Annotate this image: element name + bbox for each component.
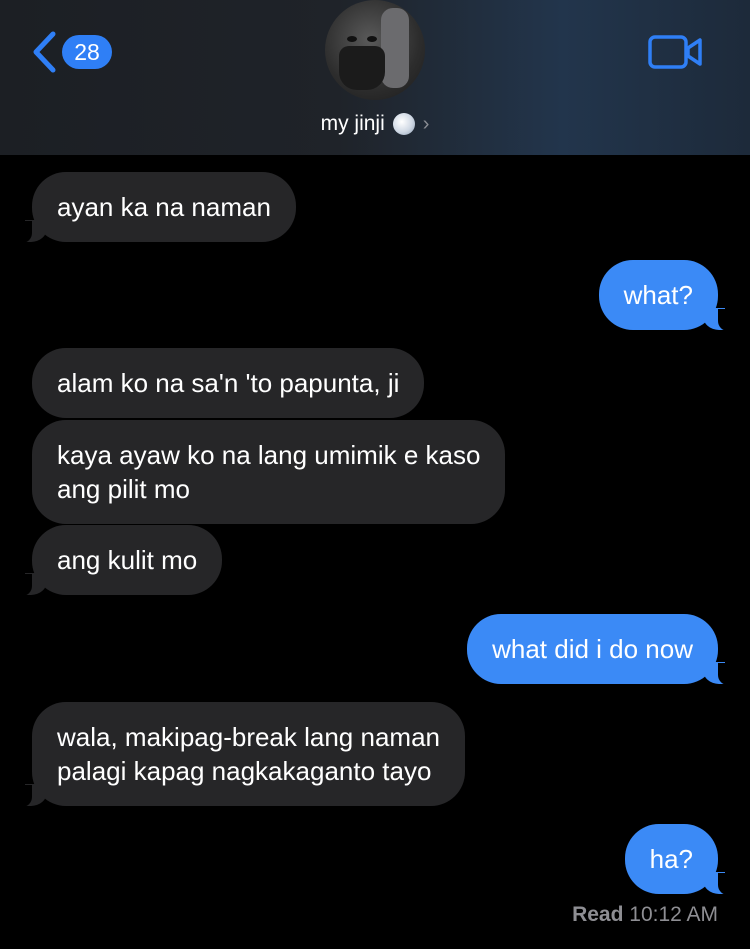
- outgoing-message-bubble[interactable]: what did i do now: [467, 614, 734, 685]
- read-status: Read: [572, 903, 624, 926]
- incoming-message-bubble[interactable]: kaya ayaw ko na lang umimik e kaso ang p…: [32, 420, 506, 524]
- message-text: what did i do now: [492, 634, 693, 664]
- chevron-left-icon: [33, 31, 56, 73]
- avatar-hand: [381, 8, 409, 88]
- back-button[interactable]: 28: [30, 30, 112, 74]
- message-text: ang pilit mo: [57, 474, 190, 504]
- outgoing-message-bubble[interactable]: what?: [598, 260, 735, 331]
- contact-name-label: my jinji: [320, 112, 385, 135]
- message-text: ayan ka na naman: [57, 192, 271, 222]
- read-time: 10:12 AM: [629, 903, 718, 926]
- video-call-button[interactable]: [648, 34, 704, 75]
- unread-count-badge: 28: [62, 35, 112, 69]
- incoming-message-bubble[interactable]: ang kulit mo: [15, 525, 223, 596]
- message-text: kaya ayaw ko na lang umimik e kaso: [57, 440, 481, 470]
- chevron-right-icon: ›: [422, 112, 430, 135]
- conversation-header: 28 my jinji ›: [0, 0, 750, 155]
- bubble-emoji-icon: [392, 113, 415, 135]
- message-text: alam ko na sa'n 'to papunta, ji: [57, 368, 400, 398]
- outgoing-message-bubble[interactable]: ha?: [624, 824, 735, 895]
- read-receipt: Read 10:12 AM: [572, 903, 718, 927]
- incoming-message-bubble[interactable]: wala, makipag-break lang naman palagi ka…: [16, 702, 465, 807]
- message-text: wala, makipag-break lang naman: [57, 722, 440, 752]
- video-camera-icon: [648, 35, 702, 69]
- message-text: ang kulit mo: [57, 545, 198, 575]
- message-text: palagi kapag nagkakaganto tayo: [57, 756, 432, 786]
- avatar-face-mask: [339, 46, 385, 90]
- message-thread[interactable]: ayan ka na naman what? alam ko na sa'n '…: [0, 155, 750, 949]
- message-text: what?: [623, 280, 693, 310]
- avatar-eye: [347, 36, 357, 42]
- avatar-eye: [367, 36, 377, 42]
- contact-name-button[interactable]: my jinji ›: [0, 112, 750, 136]
- incoming-message-bubble[interactable]: ayan ka na naman: [16, 172, 296, 243]
- incoming-message-bubble[interactable]: alam ko na sa'n 'to papunta, ji: [32, 348, 425, 418]
- message-text: ha?: [649, 844, 693, 874]
- contact-avatar[interactable]: [325, 0, 425, 100]
